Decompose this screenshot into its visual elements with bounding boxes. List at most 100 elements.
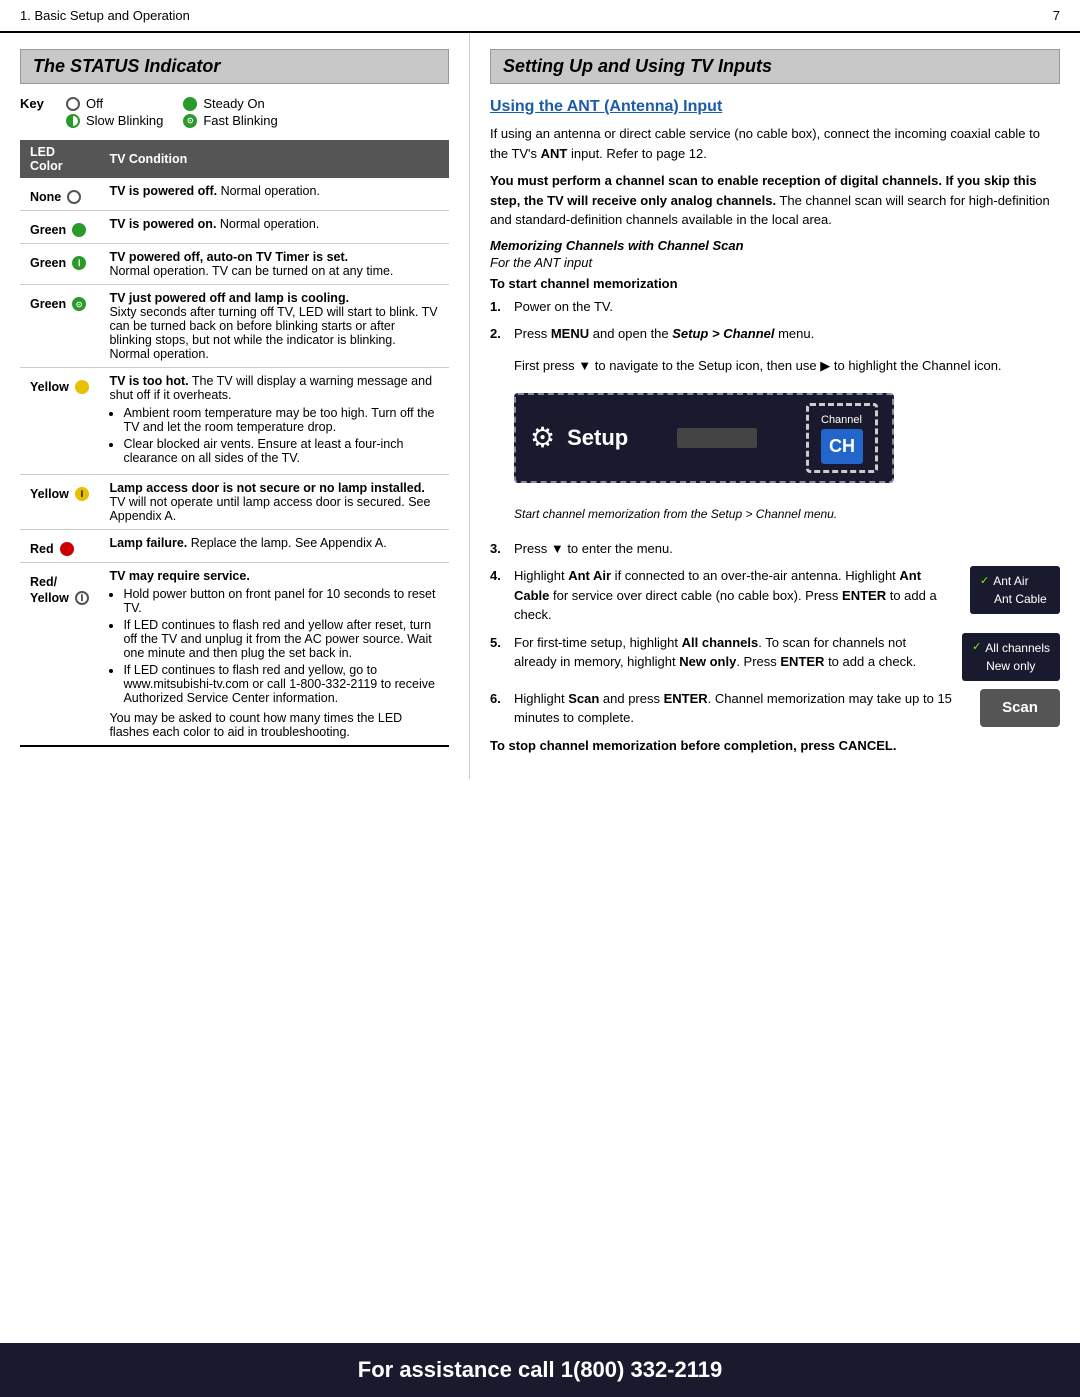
- step-4: 4. Highlight Ant Air if connected to an …: [490, 566, 1060, 625]
- ant-air-option: ✓ Ant Air: [980, 572, 1050, 590]
- table-header-led: LED Color: [20, 140, 99, 178]
- list-item: If LED continues to flash red and yellow…: [123, 663, 439, 705]
- green-half-label: Green: [30, 256, 66, 270]
- setup-image: ⚙ Setup Channel CH: [514, 393, 894, 483]
- start-label: To start channel memorization: [490, 276, 1060, 291]
- green-half-led-icon: Ⅰ: [72, 256, 86, 270]
- ant-cable-option: Ant Cable: [980, 590, 1050, 608]
- list-item: If LED continues to flash red and yellow…: [123, 618, 439, 660]
- scan-box: Scan: [980, 689, 1060, 728]
- none-label: None: [30, 190, 61, 204]
- led-color-red-yellow: Red/ Yellow Ⅰ: [30, 569, 89, 605]
- key-item-slow-blink: Slow Blinking: [66, 113, 163, 128]
- list-item: Ambient room temperature may be too high…: [123, 406, 439, 434]
- led-desc-green-half: TV powered off, auto-on TV Timer is set.…: [99, 244, 449, 285]
- led-desc-red: Lamp failure. Replace the lamp. See Appe…: [99, 530, 449, 563]
- led-color-none: None: [30, 184, 89, 204]
- key-item-steady: Steady On: [183, 96, 277, 111]
- memorizing-title: Memorizing Channels with Channel Scan: [490, 238, 1060, 253]
- setup-label: Setup: [567, 421, 628, 454]
- led-empty-icon: [66, 97, 80, 111]
- page-header: 1. Basic Setup and Operation 7: [0, 0, 1080, 33]
- list-item: Clear blocked air vents. Ensure at least…: [123, 437, 439, 465]
- list-item: Hold power button on front panel for 10 …: [123, 587, 439, 615]
- led-desc-yellow: TV is too hot. The TV will display a war…: [99, 368, 449, 475]
- header-title: 1. Basic Setup and Operation: [20, 8, 190, 23]
- led-color-green-half: Green Ⅰ: [30, 250, 89, 270]
- ant-section-title: Using the ANT (Antenna) Input: [490, 98, 1060, 116]
- key-fast-blink-label: Fast Blinking: [203, 113, 277, 128]
- red-yellow-label: Red/: [30, 575, 57, 589]
- green-solid-led-icon: [72, 223, 86, 237]
- green-blink-label: Green: [30, 297, 66, 311]
- led-color-yellow-i: Yellow Ⅰ: [30, 481, 89, 501]
- table-row: Yellow Ⅰ Lamp access door is not secure …: [20, 475, 449, 530]
- setup-caption: Start channel memorization from the Setu…: [514, 505, 837, 523]
- steps-list: 1. Power on the TV. 2. Press MENU and op…: [490, 297, 1060, 728]
- led-color-yellow: Yellow: [30, 374, 89, 394]
- led-color-red: Red: [30, 536, 89, 556]
- setup-channel-box: Channel CH: [806, 403, 878, 473]
- right-section-title: Setting Up and Using TV Inputs: [490, 49, 1060, 84]
- key-label: Key: [20, 96, 50, 111]
- setup-channel-text: Channel: [821, 412, 863, 429]
- led-desc-none: TV is powered off. Normal operation.: [99, 178, 449, 211]
- left-section-title: The STATUS Indicator: [20, 49, 449, 84]
- led-table: LED Color TV Condition None TV is powere…: [20, 140, 449, 747]
- led-fast-blink-icon: ⊙: [183, 114, 197, 128]
- key-items: Off Steady On Slow Blinking ⊙ Fast Blink…: [66, 96, 278, 128]
- yellow-2-label: Yellow: [30, 591, 69, 605]
- key-item-off: Off: [66, 96, 163, 111]
- left-column: The STATUS Indicator Key Off Steady On S…: [0, 33, 470, 779]
- none-led-icon: [67, 190, 81, 204]
- led-green-solid-icon: [183, 97, 197, 111]
- yellow-i-led-icon: Ⅰ: [75, 487, 89, 501]
- new-only-option: New only: [972, 657, 1050, 675]
- key-item-fast-blink: ⊙ Fast Blinking: [183, 113, 277, 128]
- step-6: 6. Highlight Scan and press ENTER. Chann…: [490, 689, 1060, 728]
- led-desc-green-solid: TV is powered on. Normal operation.: [99, 211, 449, 244]
- step-1-text: Power on the TV.: [514, 297, 613, 317]
- step-2-text: Press MENU and open the Setup > Channel …: [514, 324, 814, 344]
- footer-text: For assistance call 1(800) 332-2119: [358, 1357, 722, 1382]
- table-row: Red Lamp failure. Replace the lamp. See …: [20, 530, 449, 563]
- yellow-led-icon: [75, 380, 89, 394]
- setup-ch-icon: CH: [821, 429, 863, 464]
- led-slow-blink-icon: [66, 114, 80, 128]
- table-row: Green Ⅰ TV powered off, auto-on TV Timer…: [20, 244, 449, 285]
- led-color-green-blink: Green ⊙: [30, 291, 89, 311]
- header-page-num: 7: [1053, 8, 1060, 23]
- table-row: None TV is powered off. Normal operation…: [20, 178, 449, 211]
- yellow-label: Yellow: [30, 380, 69, 394]
- step-3: 3. Press ▼ to enter the menu.: [490, 539, 1060, 559]
- key-slow-blink-label: Slow Blinking: [86, 113, 163, 128]
- key-off-label: Off: [86, 96, 103, 111]
- table-row: Red/ Yellow Ⅰ TV may require service. Ho…: [20, 563, 449, 747]
- led-desc-green-blink: TV just powered off and lamp is cooling.…: [99, 285, 449, 368]
- table-row: Yellow TV is too hot. The TV will displa…: [20, 368, 449, 475]
- stop-note: To stop channel memorization before comp…: [490, 736, 1060, 756]
- yellow-i-label: Yellow: [30, 487, 69, 501]
- table-header-condition: TV Condition: [99, 140, 449, 178]
- step-2: 2. Press MENU and open the Setup > Chann…: [490, 324, 1060, 531]
- ant-para2: You must perform a channel scan to enabl…: [490, 171, 1060, 230]
- key-row: Key Off Steady On Slow Blinking ⊙ Fast B…: [20, 96, 449, 128]
- ant-para1: If using an antenna or direct cable serv…: [490, 124, 1060, 163]
- ant-side-box: ✓ Ant Air Ant Cable: [970, 566, 1060, 614]
- green-fast-blink-icon: ⊙: [72, 297, 86, 311]
- red-led-icon: [60, 542, 74, 556]
- step-5: 5. For first-time setup, highlight All c…: [490, 633, 1060, 681]
- red-yellow-extra: You may be asked to count how many times…: [109, 711, 439, 739]
- table-row: Green TV is powered on. Normal operation…: [20, 211, 449, 244]
- page-footer: For assistance call 1(800) 332-2119: [0, 1343, 1080, 1397]
- red-label: Red: [30, 542, 54, 556]
- led-desc-red-yellow: TV may require service. Hold power butto…: [99, 563, 449, 747]
- step-4-content: Highlight Ant Air if connected to an ove…: [514, 566, 1060, 625]
- step-3-text: Press ▼ to enter the menu.: [514, 539, 673, 559]
- step-2-sub: First press ▼ to navigate to the Setup i…: [514, 356, 1002, 376]
- step-5-content: For first-time setup, highlight All chan…: [514, 633, 1060, 681]
- main-content: The STATUS Indicator Key Off Steady On S…: [0, 33, 1080, 779]
- channels-side-box: ✓ All channels New only: [962, 633, 1060, 681]
- table-row: Green ⊙ TV just powered off and lamp is …: [20, 285, 449, 368]
- green-solid-label: Green: [30, 223, 66, 237]
